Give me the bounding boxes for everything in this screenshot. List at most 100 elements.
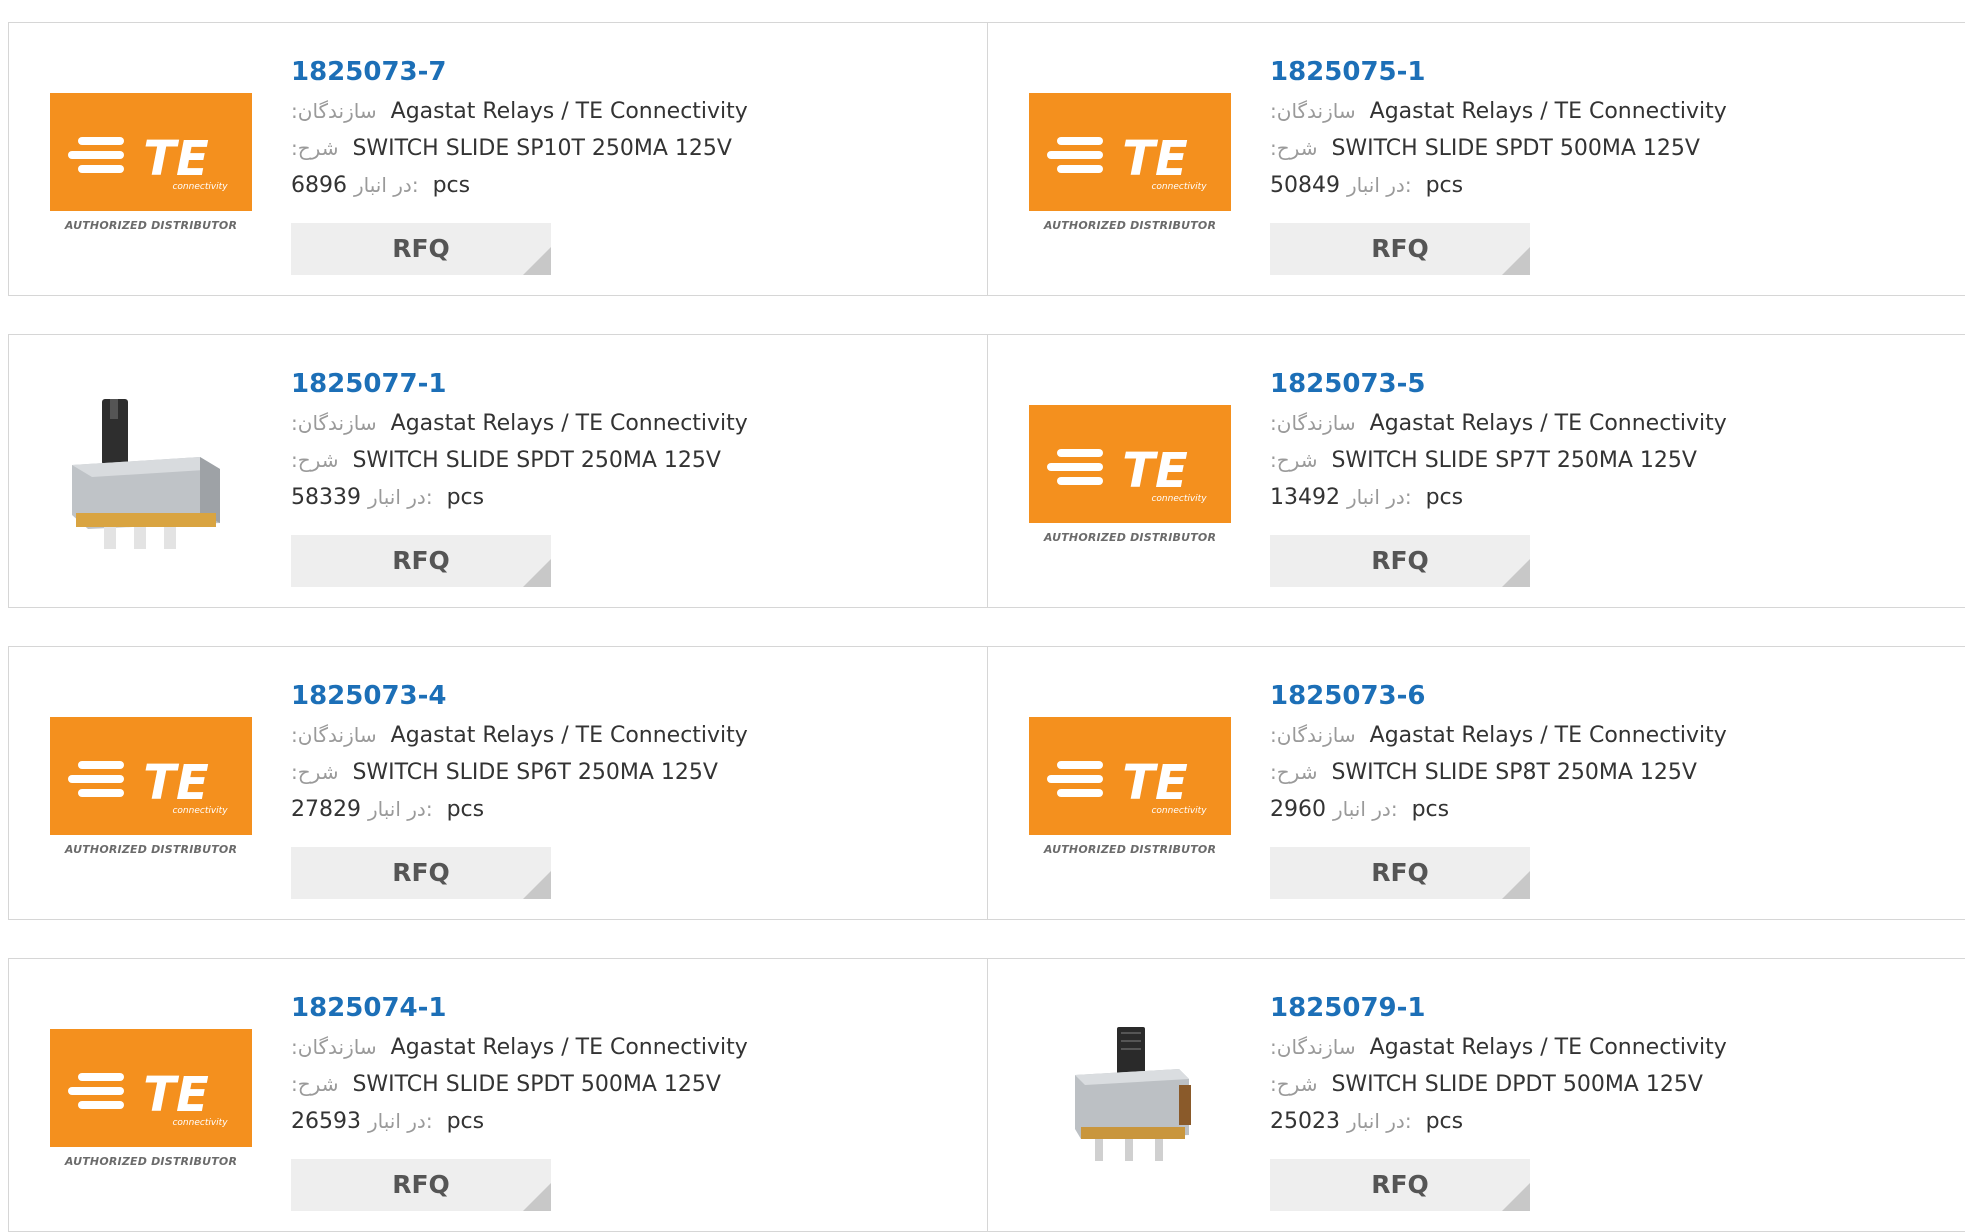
svg-text:TE: TE <box>1122 755 1188 811</box>
part-number-link[interactable]: 1825073-7 <box>291 51 811 93</box>
product-card: TE connectivity AUTHORIZED DISTRIBUTOR 1… <box>8 23 987 295</box>
description-line: :شرح SWITCH SLIDE DPDT 500MA 125V <box>1270 1066 1790 1103</box>
stock-value: 58339 <box>291 485 361 510</box>
svg-text:TE: TE <box>1122 131 1188 187</box>
svg-text:connectivity: connectivity <box>1151 494 1207 504</box>
rfq-button[interactable]: RFQ <box>1270 1159 1530 1211</box>
part-number-link[interactable]: 1825073-6 <box>1270 675 1790 717</box>
svg-text:connectivity: connectivity <box>172 182 228 192</box>
manufacturer-line: :سازندگان Agastat Relays / TE Connectivi… <box>1270 1029 1790 1066</box>
manufacturer-value: Agastat Relays / TE Connectivity <box>390 723 748 748</box>
product-image[interactable]: TE connectivity AUTHORIZED DISTRIBUTOR <box>1029 707 1231 863</box>
manufacturer-line: :سازندگان Agastat Relays / TE Connectivi… <box>1270 717 1790 754</box>
product-image[interactable] <box>50 395 252 551</box>
svg-text:connectivity: connectivity <box>1151 182 1207 192</box>
stock-unit: pcs <box>432 173 471 198</box>
te-logo-icon: TE connectivity AUTHORIZED DISTRIBUTOR <box>1029 93 1231 239</box>
description-line: :شرح SWITCH SLIDE SPDT 250MA 125V <box>291 442 811 479</box>
product-image[interactable]: TE connectivity AUTHORIZED DISTRIBUTOR <box>50 83 252 239</box>
svg-text:connectivity: connectivity <box>1151 806 1207 816</box>
part-number-link[interactable]: 1825075-1 <box>1270 51 1790 93</box>
manufacturer-line: :سازندگان Agastat Relays / TE Connectivi… <box>291 405 811 442</box>
product-image[interactable]: TE connectivity AUTHORIZED DISTRIBUTOR <box>1029 395 1231 551</box>
description-label: :شرح <box>1270 136 1318 160</box>
stock-label: در انبار: <box>368 1109 433 1133</box>
product-image[interactable]: TE connectivity AUTHORIZED DISTRIBUTOR <box>1029 83 1231 239</box>
description-label: :شرح <box>291 448 339 472</box>
manufacturer-line: :سازندگان Agastat Relays / TE Connectivi… <box>291 1029 811 1066</box>
stock-line: 50849 در انبار: pcs <box>1270 167 1790 204</box>
rfq-button[interactable]: RFQ <box>291 223 551 275</box>
product-image[interactable] <box>1029 1019 1231 1175</box>
stock-line: 58339 در انبار: pcs <box>291 479 811 516</box>
manufacturer-label: :سازندگان <box>1270 411 1356 435</box>
stock-value: 6896 <box>291 173 347 198</box>
svg-text:TE: TE <box>143 131 209 187</box>
manufacturer-label: :سازندگان <box>1270 99 1356 123</box>
stock-unit: pcs <box>446 797 485 822</box>
stock-label: در انبار: <box>368 797 433 821</box>
stock-value: 13492 <box>1270 485 1340 510</box>
description-line: :شرح SWITCH SLIDE SPDT 500MA 125V <box>1270 130 1790 167</box>
description-line: :شرح SWITCH SLIDE SP10T 250MA 125V <box>291 130 811 167</box>
description-line: :شرح SWITCH SLIDE SP8T 250MA 125V <box>1270 754 1790 791</box>
manufacturer-label: :سازندگان <box>291 411 377 435</box>
stock-label: در انبار: <box>1347 1109 1412 1133</box>
product-image[interactable]: TE connectivity AUTHORIZED DISTRIBUTOR <box>50 707 252 863</box>
svg-text:TE: TE <box>143 755 209 811</box>
description-label: :شرح <box>1270 1072 1318 1096</box>
stock-value: 50849 <box>1270 173 1340 198</box>
part-number-link[interactable]: 1825077-1 <box>291 363 811 405</box>
stock-unit: pcs <box>1425 1109 1464 1134</box>
slide-switch-photo-icon <box>72 399 220 549</box>
description-line: :شرح SWITCH SLIDE SPDT 500MA 125V <box>291 1066 811 1103</box>
product-card: 1825079-1 :سازندگان Agastat Relays / TE … <box>987 959 1965 1231</box>
description-label: :شرح <box>291 136 339 160</box>
product-row: TE connectivity AUTHORIZED DISTRIBUTOR 1… <box>8 958 1965 1232</box>
svg-text:TE: TE <box>143 1067 209 1123</box>
stock-label: در انبار: <box>1347 173 1412 197</box>
te-logo-icon: TE connectivity AUTHORIZED DISTRIBUTOR <box>50 1029 252 1175</box>
product-row: TE connectivity AUTHORIZED DISTRIBUTOR 1… <box>8 646 1965 920</box>
product-card: TE connectivity AUTHORIZED DISTRIBUTOR 1… <box>987 335 1965 607</box>
rfq-button[interactable]: RFQ <box>291 847 551 899</box>
stock-unit: pcs <box>446 1109 485 1134</box>
rfq-button[interactable]: RFQ <box>1270 847 1530 899</box>
stock-unit: pcs <box>1425 485 1464 510</box>
svg-text:connectivity: connectivity <box>172 1118 228 1128</box>
rfq-button[interactable]: RFQ <box>1270 535 1530 587</box>
manufacturer-label: :سازندگان <box>291 1035 377 1059</box>
dpdt-switch-photo-icon <box>1075 1027 1191 1161</box>
description-label: :شرح <box>1270 760 1318 784</box>
rfq-button[interactable]: RFQ <box>291 535 551 587</box>
description-label: :شرح <box>291 760 339 784</box>
description-label: :شرح <box>291 1072 339 1096</box>
stock-line: 27829 در انبار: pcs <box>291 791 811 828</box>
rfq-button[interactable]: RFQ <box>291 1159 551 1211</box>
part-number-link[interactable]: 1825074-1 <box>291 987 811 1029</box>
te-logo-icon: TE connectivity AUTHORIZED DISTRIBUTOR <box>50 717 252 863</box>
product-card: TE connectivity AUTHORIZED DISTRIBUTOR 1… <box>8 647 987 919</box>
part-number-link[interactable]: 1825073-5 <box>1270 363 1790 405</box>
stock-line: 6896 در انبار: pcs <box>291 167 811 204</box>
part-number-link[interactable]: 1825079-1 <box>1270 987 1790 1029</box>
product-card: TE connectivity AUTHORIZED DISTRIBUTOR 1… <box>8 959 987 1231</box>
product-card: 1825077-1 :سازندگان Agastat Relays / TE … <box>8 335 987 607</box>
stock-unit: pcs <box>1411 797 1450 822</box>
product-card: TE connectivity AUTHORIZED DISTRIBUTOR 1… <box>987 647 1965 919</box>
manufacturer-line: :سازندگان Agastat Relays / TE Connectivi… <box>291 93 811 130</box>
stock-label: در انبار: <box>1333 797 1398 821</box>
te-logo-icon: TE connectivity AUTHORIZED DISTRIBUTOR <box>50 93 252 239</box>
stock-label: در انبار: <box>368 485 433 509</box>
description-line: :شرح SWITCH SLIDE SP6T 250MA 125V <box>291 754 811 791</box>
part-number-link[interactable]: 1825073-4 <box>291 675 811 717</box>
stock-line: 25023 در انبار: pcs <box>1270 1103 1790 1140</box>
product-image[interactable]: TE connectivity AUTHORIZED DISTRIBUTOR <box>50 1019 252 1175</box>
product-row: TE connectivity AUTHORIZED DISTRIBUTOR 1… <box>8 22 1965 296</box>
stock-line: 13492 در انبار: pcs <box>1270 479 1790 516</box>
manufacturer-label: :سازندگان <box>1270 723 1356 747</box>
description-value: SWITCH SLIDE SP8T 250MA 125V <box>1331 760 1697 785</box>
stock-unit: pcs <box>1425 173 1464 198</box>
rfq-button[interactable]: RFQ <box>1270 223 1530 275</box>
manufacturer-label: :سازندگان <box>291 99 377 123</box>
